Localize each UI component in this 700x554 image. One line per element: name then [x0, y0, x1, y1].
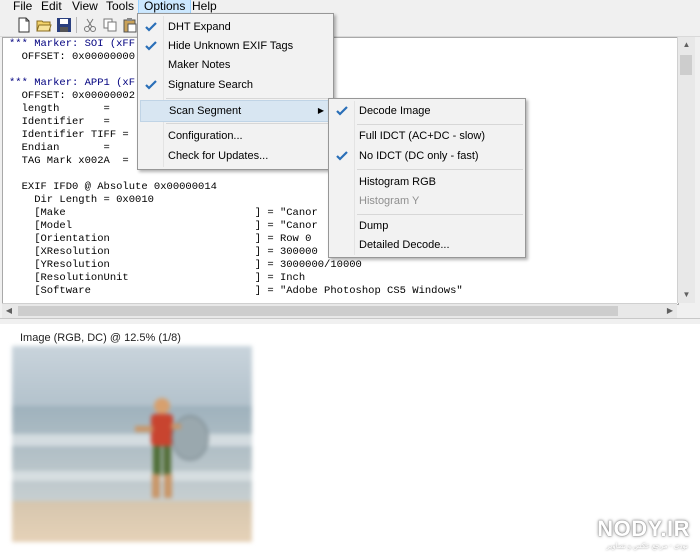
text-line: [Orientation ] = Row 0	[9, 233, 312, 245]
text-line: OFFSET: 0x00000002	[9, 90, 136, 102]
options-menu: DHT Expand Hide Unknown EXIF Tags Maker …	[137, 13, 334, 170]
menu-item-label: No IDCT (DC only - fast)	[359, 150, 479, 162]
scroll-up-icon[interactable]: ▲	[678, 37, 695, 53]
menu-item-detailed-decode[interactable]: Detailed Decode...	[329, 235, 450, 255]
text-line: [Model ] = "Canor	[9, 220, 318, 232]
text-line: length =	[9, 103, 110, 115]
menu-help[interactable]: Help	[187, 0, 222, 14]
text-line: Endian =	[9, 142, 110, 154]
text-line: [Software ] = "Adobe Photoshop CS5 Windo…	[9, 285, 463, 297]
open-icon[interactable]	[36, 17, 52, 33]
menu-item-full-idct[interactable]: Full IDCT (AC+DC - slow)	[329, 126, 485, 146]
scroll-thumb[interactable]	[680, 55, 692, 75]
image-pane: Image (RGB, DC) @ 12.5% (1/8) NODY.IR نو…	[0, 324, 700, 554]
menu-separator	[357, 214, 523, 215]
menu-item-decode-image[interactable]: Decode Image	[329, 101, 431, 121]
menu-item-no-idct[interactable]: No IDCT (DC only - fast)	[329, 146, 479, 166]
vertical-scrollbar[interactable]: ▲ ▼	[677, 37, 695, 303]
copy-icon[interactable]	[102, 17, 118, 33]
menu-file[interactable]: File	[8, 0, 37, 14]
menu-item-scan-segment[interactable]: Scan Segment ▶	[140, 100, 331, 122]
menu-item-maker-notes[interactable]: Maker Notes	[138, 55, 230, 75]
save-icon[interactable]	[56, 17, 72, 33]
menu-options[interactable]: Options	[138, 0, 192, 14]
cut-icon[interactable]	[82, 17, 98, 33]
menu-separator	[166, 123, 331, 124]
text-line: [ResolutionUnit ] = Inch	[9, 272, 306, 284]
watermark-subtitle: نودی - مرجع عکس و تصاویر	[606, 543, 688, 550]
decoded-image	[12, 346, 252, 542]
check-icon	[145, 22, 157, 32]
scroll-thumb-horizontal[interactable]	[18, 306, 618, 316]
text-line: [XResolution ] = 300000	[9, 246, 318, 258]
menu-separator	[357, 124, 523, 125]
text-line: [Make ] = "Canor	[9, 207, 318, 219]
check-icon	[336, 106, 348, 116]
menu-item-hide-unknown-exif[interactable]: Hide Unknown EXIF Tags	[138, 36, 293, 56]
menu-item-label: Full IDCT (AC+DC - slow)	[359, 130, 486, 142]
text-line: Identifier TIFF =	[9, 129, 129, 141]
scroll-left-icon[interactable]: ◀	[2, 304, 16, 318]
scroll-down-icon[interactable]: ▼	[678, 287, 695, 303]
text-line: TAG Mark x002A =	[9, 155, 129, 167]
menu-edit[interactable]: Edit	[36, 0, 67, 14]
scan-segment-submenu: Decode Image Full IDCT (AC+DC - slow) No…	[328, 98, 526, 258]
menu-item-label: DHT Expand	[168, 21, 231, 33]
paste-icon[interactable]	[122, 17, 138, 33]
menu-item-label: Configuration...	[168, 130, 243, 142]
menu-item-label: Decode Image	[359, 105, 431, 117]
menu-tools[interactable]: Tools	[101, 0, 139, 14]
menu-separator	[166, 98, 331, 99]
check-icon	[336, 151, 348, 161]
menu-item-label: Detailed Decode...	[359, 239, 450, 251]
text-line: OFFSET: 0x00000000	[9, 51, 136, 63]
text-line: Identifier =	[9, 116, 110, 128]
menu-item-configuration[interactable]: Configuration...	[138, 126, 243, 146]
new-icon[interactable]	[16, 17, 32, 33]
menu-item-label: Histogram Y	[359, 195, 420, 207]
check-icon	[145, 80, 157, 90]
menu-item-label: Signature Search	[168, 79, 253, 91]
menu-item-label: Histogram RGB	[359, 176, 437, 188]
image-caption: Image (RGB, DC) @ 12.5% (1/8)	[20, 332, 181, 344]
check-icon	[145, 41, 157, 51]
menu-item-dht-expand[interactable]: DHT Expand	[138, 17, 231, 37]
menu-view[interactable]: View	[67, 0, 103, 14]
watermark-logo: NODY.IR	[597, 516, 690, 541]
menu-item-dump[interactable]: Dump	[329, 216, 388, 236]
submenu-arrow-icon: ▶	[317, 106, 324, 115]
text-line: EXIF IFD0 @ Absolute 0x00000014	[9, 181, 217, 193]
menu-item-label: Dump	[359, 220, 389, 232]
horizontal-scrollbar[interactable]: ◀ ▶	[2, 303, 677, 318]
toolbar-separator	[76, 17, 77, 33]
menu-bar: File Edit View Tools Options Help	[0, 0, 700, 14]
menu-item-histogram-y: Histogram Y	[329, 191, 419, 211]
menu-item-check-updates[interactable]: Check for Updates...	[138, 146, 268, 166]
text-line: *** Marker: SOI (xFF	[9, 38, 136, 50]
menu-item-signature-search[interactable]: Signature Search	[138, 75, 253, 95]
text-line: Dir Length = 0x0010	[9, 194, 154, 206]
text-line: [YResolution ] = 3000000/10000	[9, 259, 362, 271]
text-line: *** Marker: APP1 (xF	[9, 77, 136, 89]
menu-item-label: Maker Notes	[168, 59, 231, 71]
menu-item-histogram-rgb[interactable]: Histogram RGB	[329, 172, 436, 192]
toolbar	[0, 14, 700, 37]
menu-item-label: Hide Unknown EXIF Tags	[168, 40, 294, 52]
menu-item-label: Scan Segment	[169, 105, 242, 117]
menu-item-label: Check for Updates...	[168, 150, 269, 162]
scroll-right-icon[interactable]: ▶	[663, 304, 677, 318]
menu-separator	[357, 169, 523, 170]
